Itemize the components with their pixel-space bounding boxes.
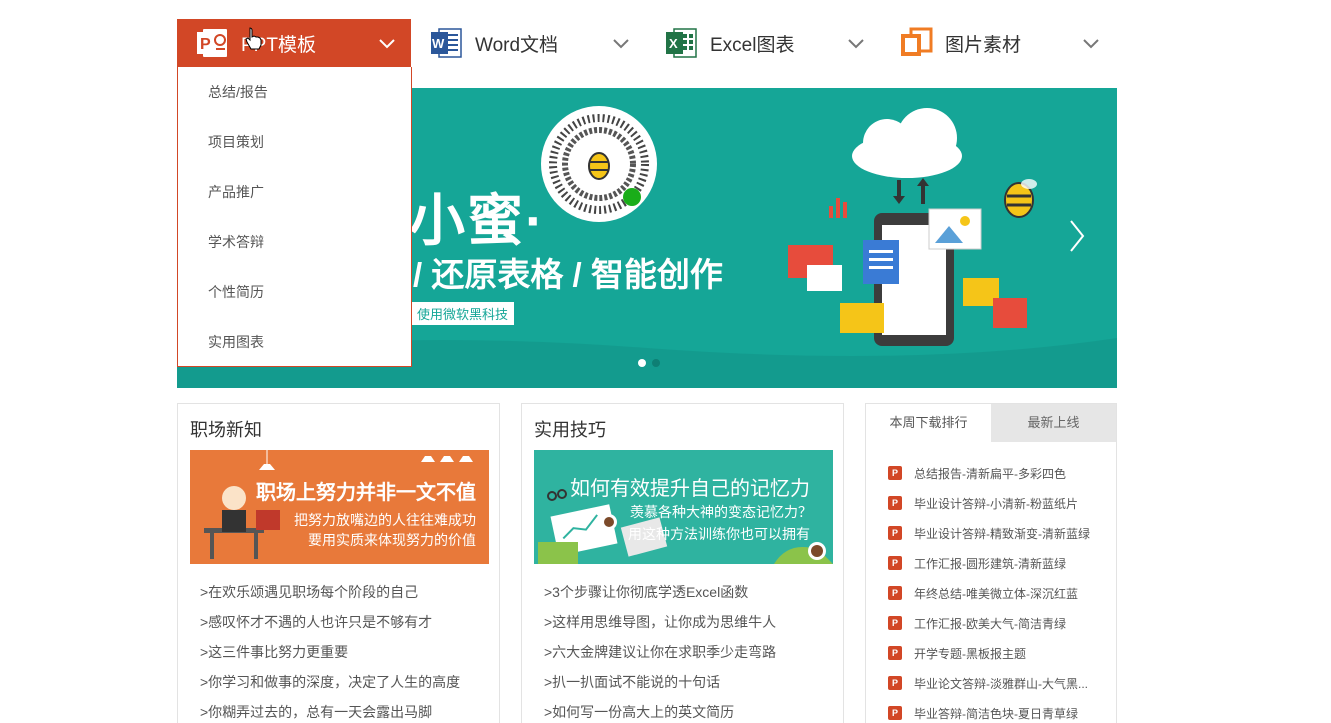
powerpoint-icon: P — [197, 29, 227, 57]
career-panel: 职场新知 职场上努力并非一文不值 把努力放嘴边的人往往难成功 要用实质来体现努力… — [177, 403, 500, 723]
list-item[interactable]: >扒一扒面试不能说的十句话 — [544, 672, 776, 702]
tips-banner-title: 如何有效提升自己的记忆力 — [570, 478, 810, 500]
powerpoint-icon: P — [888, 496, 902, 510]
nav-word-label: Word文档 — [475, 34, 559, 56]
list-item[interactable]: >感叹怀才不遇的人也许只是不够有才 — [200, 612, 460, 642]
list-item[interactable]: P 毕业设计答辩-精致渐变-清新蓝绿 — [888, 518, 1090, 548]
nav-image-label: 图片素材 — [945, 34, 1022, 56]
nav-ppt-templates[interactable]: P PPT模板 — [177, 19, 411, 67]
powerpoint-icon: P — [888, 676, 902, 690]
tips-feature-banner[interactable]: 如何有效提升自己的记忆力 羡慕各种大神的变态记忆力？ 用这种方法训练你也可以拥有 — [534, 450, 833, 564]
chevron-down-icon[interactable] — [1081, 33, 1101, 53]
list-item[interactable]: >在欢乐颂遇见职场每个阶段的自己 — [200, 582, 460, 612]
nav-word-docs[interactable]: W Word文档 — [429, 19, 631, 67]
list-item[interactable]: >你糊弄过去的，总有一天会露出马脚 — [200, 702, 460, 723]
tips-banner-sub2: 用这种方法训练你也可以拥有 — [628, 526, 810, 542]
list-item-label: 工作汇报-圆形建筑-清新蓝绿 — [914, 556, 1066, 571]
tab-weekly-downloads[interactable]: 本周下载排行 — [866, 404, 991, 442]
hand-cursor-icon — [245, 27, 262, 50]
career-banner-title: 职场上努力并非一文不值 — [256, 482, 476, 504]
list-item[interactable]: >如何写一份高大上的英文简历 — [544, 702, 776, 723]
chevron-down-icon[interactable] — [611, 33, 631, 53]
career-feature-banner[interactable]: 职场上努力并非一文不值 把努力放嘴边的人往往难成功 要用实质来体现努力的价值 — [190, 450, 489, 564]
powerpoint-icon: P — [888, 586, 902, 600]
list-item[interactable]: P 工作汇报-圆形建筑-清新蓝绿 — [888, 548, 1090, 578]
list-item-label: 毕业设计答辩-精致渐变-清新蓝绿 — [914, 526, 1090, 541]
list-item-label: 工作汇报-欧美大气-简洁青绿 — [914, 616, 1066, 631]
ppt-category-dropdown: 总结/报告 项目策划 产品推广 学术答辩 个性简历 实用图表 — [177, 67, 412, 367]
list-item[interactable]: P 总结报告-清新扁平-多彩四色 — [888, 458, 1090, 488]
list-item-label: 毕业答辩-简洁色块-夏日青草绿 — [914, 706, 1078, 721]
tips-banner-sub1: 羡慕各种大神的变态记忆力？ — [630, 504, 812, 520]
career-banner-sub2: 要用实质来体现努力的价值 — [308, 532, 476, 548]
list-item[interactable]: >这三件事比努力更重要 — [200, 642, 460, 672]
powerpoint-icon: P — [888, 706, 902, 720]
svg-text:P: P — [200, 36, 211, 53]
dropdown-item-summary-report[interactable]: 总结/报告 — [178, 67, 411, 117]
list-item[interactable]: P 毕业论文答辩-淡雅群山-大气黑... — [888, 668, 1090, 698]
dropdown-item-charts[interactable]: 实用图表 — [178, 317, 411, 367]
banner-tag: 使用微软黑科技 — [411, 302, 515, 325]
image-icon — [901, 27, 933, 56]
dropdown-item-academic-defense[interactable]: 学术答辩 — [178, 217, 411, 267]
excel-icon: X — [666, 28, 697, 58]
ranking-list: P 总结报告-清新扁平-多彩四色 P 毕业设计答辩-小清新-粉蓝纸片 P 毕业设计答辩… — [888, 458, 1090, 723]
list-item-label: 毕业设计答辩-小清新-粉蓝纸片 — [914, 496, 1078, 511]
tips-article-list: >3个步骤让你彻底学透Excel函数 >这样用思维导图，让你成为思维牛人 >六大… — [544, 582, 776, 723]
list-item[interactable]: >3个步骤让你彻底学透Excel函数 — [544, 582, 776, 612]
list-item[interactable]: >这样用思维导图，让你成为思维牛人 — [544, 612, 776, 642]
chevron-right-icon[interactable] — [1069, 219, 1085, 253]
tab-newest[interactable]: 最新上线 — [991, 404, 1116, 442]
panel-title: 实用技巧 — [534, 420, 606, 440]
banner-subline: / 还原表格 / 智能创作 — [413, 256, 723, 293]
nav-excel-label: Excel图表 — [710, 34, 795, 56]
top-nav: P PPT模板 W Word文档 X Excel图表 图片素材 — [177, 19, 1117, 67]
list-item-label: 年终总结-唯美微立体-深沉红蓝 — [914, 586, 1078, 601]
nav-image-assets[interactable]: 图片素材 — [899, 19, 1101, 67]
tips-panel: 实用技巧 如何有效提升自己的记忆力 羡慕各种大神的变态记忆力？ 用这种方法训练你… — [521, 403, 844, 723]
list-item-label: 总结报告-清新扁平-多彩四色 — [914, 466, 1066, 481]
banner-headline: 小蜜· — [409, 189, 546, 252]
ranking-tabs: 本周下载排行 最新上线 — [866, 404, 1116, 442]
powerpoint-icon: P — [888, 556, 902, 570]
list-item-label: 开学专题-黑板报主题 — [914, 646, 1026, 661]
panel-title: 职场新知 — [190, 420, 262, 440]
career-banner-sub1: 把努力放嘴边的人往往难成功 — [294, 512, 476, 528]
list-item[interactable]: P 年终总结-唯美微立体-深沉红蓝 — [888, 578, 1090, 608]
powerpoint-icon: P — [888, 526, 902, 540]
dropdown-item-project-plan[interactable]: 项目策划 — [178, 117, 411, 167]
chevron-down-icon[interactable] — [377, 33, 397, 53]
dropdown-item-resume[interactable]: 个性简历 — [178, 267, 411, 317]
powerpoint-icon: P — [888, 466, 902, 480]
chevron-down-icon[interactable] — [846, 33, 866, 53]
career-article-list: >在欢乐颂遇见职场每个阶段的自己 >感叹怀才不遇的人也许只是不够有才 >这三件事… — [200, 582, 460, 723]
list-item[interactable]: >你学习和做事的深度，决定了人生的高度 — [200, 672, 460, 702]
list-item[interactable]: P 工作汇报-欧美大气-简洁青绿 — [888, 608, 1090, 638]
nav-excel-charts[interactable]: X Excel图表 — [664, 19, 866, 67]
svg-text:W: W — [432, 36, 445, 51]
list-item-label: 毕业论文答辩-淡雅群山-大气黑... — [914, 676, 1088, 691]
list-item[interactable]: P 开学专题-黑板报主题 — [888, 638, 1090, 668]
list-item[interactable]: >六大金牌建议让你在求职季少走弯路 — [544, 642, 776, 672]
list-item[interactable]: P 毕业答辩-简洁色块-夏日青草绿 — [888, 698, 1090, 723]
list-item[interactable]: P 毕业设计答辩-小清新-粉蓝纸片 — [888, 488, 1090, 518]
dropdown-item-product-promo[interactable]: 产品推广 — [178, 167, 411, 217]
word-icon: W — [431, 28, 462, 58]
svg-text:X: X — [669, 36, 678, 51]
powerpoint-icon: P — [888, 646, 902, 660]
ranking-panel: 本周下载排行 最新上线 P 总结报告-清新扁平-多彩四色 P 毕业设计答辩-小清新-… — [865, 403, 1117, 723]
powerpoint-icon: P — [888, 616, 902, 630]
